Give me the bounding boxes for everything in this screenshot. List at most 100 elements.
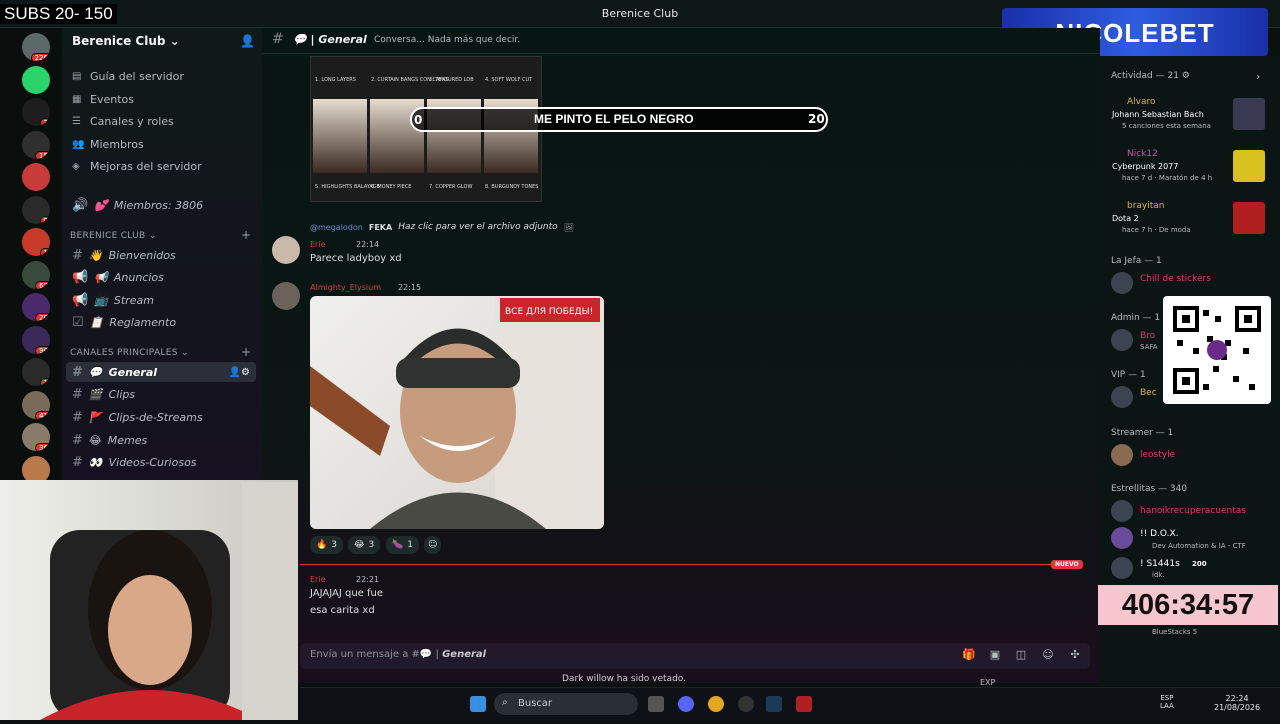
- message-placeholder: Envía un mensaje a #💬 | General: [310, 649, 487, 660]
- unread-badge: 67: [35, 280, 50, 289]
- menu-item-events[interactable]: ▦ Eventos: [72, 93, 134, 106]
- svg-text:ВСЕ ДЛЯ ПОБЕДЫ!: ВСЕ ДЛЯ ПОБЕДЫ!: [505, 307, 593, 317]
- settings-icon[interactable]: 👤⚙: [229, 367, 250, 378]
- chevron-right-icon[interactable]: ›: [1256, 70, 1260, 83]
- channel-clips[interactable]: # 🎬 Clips: [66, 384, 256, 404]
- discord-icon[interactable]: [678, 696, 694, 712]
- server-icon[interactable]: [22, 163, 50, 191]
- username[interactable]: Erie: [310, 575, 326, 584]
- hash-icon: #: [72, 247, 83, 263]
- unread-badge: 3: [39, 118, 50, 126]
- menu-item-roles[interactable]: ☰ Canales y roles: [72, 115, 174, 128]
- category-principales[interactable]: CANALES PRINCIPALES ⌄: [70, 348, 189, 358]
- taskbar-search[interactable]: ⌕ Buscar: [494, 693, 638, 715]
- channel-clips-de-streams[interactable]: # 🚩 Clips-de-Streams: [66, 407, 256, 427]
- server-icon[interactable]: 41: [22, 390, 50, 419]
- server-icon[interactable]: [22, 65, 50, 94]
- server-icon[interactable]: 20: [22, 293, 50, 321]
- unread-badge: 15: [35, 150, 50, 159]
- megaphone-icon: 📢: [72, 292, 89, 308]
- server-icon[interactable]: 15: [22, 130, 50, 159]
- apps-icon[interactable]: ✣: [1068, 648, 1082, 662]
- channel-reglamento[interactable]: ☑ 📋 Reglamento: [66, 312, 256, 332]
- member-count-channel[interactable]: 🔊 💕 Miembros: 3806: [66, 195, 256, 215]
- menu-item-boosts[interactable]: ◈ Mejoras del servidor: [72, 160, 202, 173]
- username[interactable]: Erie: [310, 240, 326, 249]
- group-header: Streamer — 1: [1111, 428, 1174, 438]
- game-cover-icon: [1233, 202, 1265, 234]
- server-name-button[interactable]: Berenice Club ⌄: [72, 34, 180, 48]
- server-icon[interactable]: 9: [22, 195, 50, 224]
- gift-icon[interactable]: 🎁: [962, 648, 976, 662]
- channel-stream[interactable]: 📢 📺 Stream: [66, 290, 256, 310]
- server-icon[interactable]: 3: [22, 98, 50, 126]
- boost-icon: ◈: [72, 161, 80, 172]
- server-icon[interactable]: 1: [22, 358, 50, 386]
- group-header: VIP — 1: [1111, 370, 1146, 380]
- avatar[interactable]: [1111, 444, 1133, 466]
- emoji-icon[interactable]: ☺: [1041, 648, 1055, 662]
- reaction-fire[interactable]: 🔥 3: [310, 536, 343, 554]
- server-icon[interactable]: 67: [22, 260, 50, 289]
- server-icon[interactable]: 36: [22, 423, 50, 451]
- group-header: La Jefa — 1: [1111, 256, 1162, 266]
- task-view-icon[interactable]: [648, 696, 664, 712]
- reaction-eggplant[interactable]: 🍆 1: [386, 536, 419, 554]
- dota-icon[interactable]: [796, 696, 812, 712]
- server-icon[interactable]: 226: [22, 33, 50, 61]
- add-member-icon[interactable]: 👤: [240, 34, 255, 48]
- avatar[interactable]: [1111, 500, 1133, 522]
- avatar[interactable]: [1111, 557, 1133, 579]
- avatar[interactable]: [1111, 527, 1133, 549]
- activity-user[interactable]: Nick12: [1127, 149, 1158, 159]
- activity-user[interactable]: Alvaro: [1127, 97, 1156, 107]
- guide-icon: ▤: [72, 71, 82, 82]
- photo-illustration: ВСЕ ДЛЯ ПОБЕДЫ!: [310, 296, 604, 529]
- clock[interactable]: 22:24 21/08/2026: [1214, 694, 1260, 712]
- reaction-laugh[interactable]: 😂 3: [348, 536, 381, 554]
- language-indicator[interactable]: ESP LAA: [1160, 694, 1174, 710]
- hash-icon: #: [272, 31, 284, 47]
- new-badge: NUEVO: [1051, 560, 1083, 569]
- category-berenice[interactable]: BERENICE CLUB ⌄: [70, 231, 157, 241]
- channel-anuncios[interactable]: 📢 📢 Anuncios: [66, 267, 256, 287]
- chrome-icon[interactable]: [708, 696, 724, 712]
- avatar[interactable]: [1111, 386, 1133, 408]
- game-overlay-text: Dark willow ha sido vetado.: [562, 674, 686, 684]
- avatar[interactable]: [272, 282, 300, 310]
- username[interactable]: Almighty_Elysium: [310, 283, 381, 292]
- avatar[interactable]: [272, 236, 300, 264]
- activity-header[interactable]: Actividad — 21 ⚙: [1111, 71, 1190, 81]
- server-icon[interactable]: 90: [22, 325, 50, 354]
- attached-photo[interactable]: ВСЕ ДЛЯ ПОБЕДЫ!: [310, 296, 604, 529]
- channel-memes[interactable]: # 😂 Memes: [66, 430, 256, 450]
- obs-icon[interactable]: [738, 696, 754, 712]
- reply-preview[interactable]: @megalodon FEKA Haz clic para ver el arc…: [310, 222, 574, 232]
- gif-icon[interactable]: ▣: [988, 648, 1002, 662]
- menu-item-members[interactable]: 👥 Miembros: [72, 138, 144, 151]
- windows-start-icon[interactable]: [470, 696, 486, 712]
- channel-general[interactable]: # 💬 General 👤⚙: [66, 362, 256, 382]
- steam-icon[interactable]: [766, 696, 782, 712]
- avatar[interactable]: [1111, 272, 1133, 294]
- avatar[interactable]: [1111, 329, 1133, 351]
- channel-videos-curiosos[interactable]: # 👀 Videos-Curiosos: [66, 452, 256, 472]
- menu-item-guide[interactable]: ▤ Guía del servidor: [72, 70, 184, 83]
- sticker-icon[interactable]: ◫: [1014, 648, 1028, 662]
- timestamp: 22:21: [356, 575, 380, 584]
- game-cover-icon: [1233, 98, 1265, 130]
- channel-topic: Conversa... Nada más que decir.: [374, 35, 521, 45]
- channel-bienvenidos[interactable]: # 👋 Bienvenidos: [66, 245, 256, 265]
- add-channel-icon[interactable]: +: [241, 228, 251, 242]
- message-text: esa carita xd: [310, 605, 375, 616]
- goal-text: ME PINTO EL PELO NEGRO: [534, 112, 694, 126]
- add-channel-icon[interactable]: +: [241, 345, 251, 359]
- hash-icon: #: [72, 409, 83, 425]
- activity-user[interactable]: brayitan: [1127, 201, 1165, 211]
- add-reaction-icon[interactable]: ☺: [424, 536, 442, 554]
- plush-shelf: [242, 482, 298, 720]
- server-icon[interactable]: 1: [22, 228, 50, 256]
- chevron-down-icon: ⌄: [169, 34, 180, 48]
- new-messages-divider: [300, 564, 1080, 565]
- subs-overlay: SUBS 20- 150: [0, 4, 117, 24]
